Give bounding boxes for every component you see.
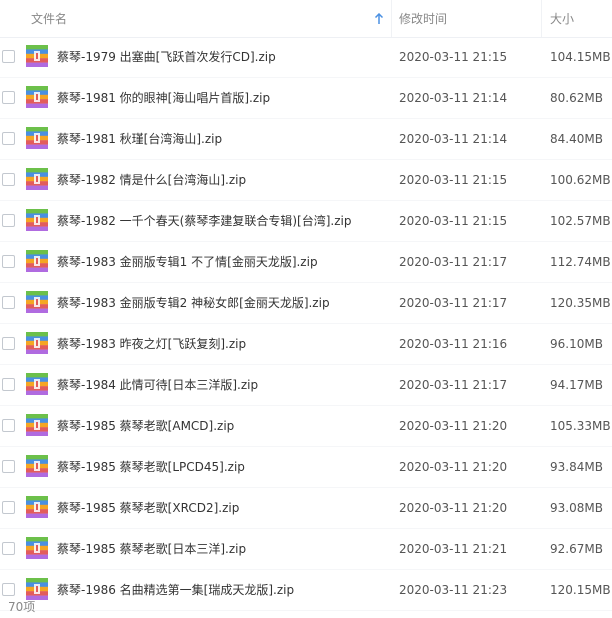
file-modified-time: 2020-03-11 21:23 (399, 583, 508, 597)
file-size: 120.35MB (550, 296, 611, 310)
file-row[interactable]: 蔡琴-1986 名曲精选第一集[瑞成天龙版].zip 2020-03-11 21:… (0, 570, 612, 611)
file-name[interactable]: 蔡琴-1985 蔡琴老歌[AMCD].zip (57, 406, 234, 446)
zip-archive-icon (26, 578, 48, 600)
file-size: 120.15MB (550, 583, 611, 597)
file-size: 94.17MB (550, 378, 603, 392)
file-row[interactable]: 蔡琴-1983 昨夜之灯[飞跃复刻].zip 2020-03-11 21:16 96… (0, 324, 612, 365)
file-list: 蔡琴-1979 出塞曲[飞跃首次发行CD].zip 2020-03-11 21:1… (0, 37, 612, 611)
item-count: 70项 (8, 600, 36, 614)
row-checkbox[interactable] (2, 255, 15, 268)
file-modified-time: 2020-03-11 21:15 (399, 173, 508, 187)
zip-archive-icon (26, 250, 48, 272)
zip-archive-icon (26, 537, 48, 559)
zip-archive-icon (26, 127, 48, 149)
zip-archive-icon (26, 209, 48, 231)
file-name[interactable]: 蔡琴-1986 名曲精选第一集[瑞成天龙版].zip (57, 570, 294, 610)
row-checkbox[interactable] (2, 419, 15, 432)
file-row[interactable]: 蔡琴-1985 蔡琴老歌[XRCD2].zip 2020-03-11 21:20 9… (0, 488, 612, 529)
row-checkbox[interactable] (2, 214, 15, 227)
file-modified-time: 2020-03-11 21:17 (399, 378, 508, 392)
file-row[interactable]: 蔡琴-1985 蔡琴老歌[LPCD45].zip 2020-03-11 21:20… (0, 447, 612, 488)
file-row[interactable]: 蔡琴-1981 你的眼神[海山唱片首版].zip 2020-03-11 21:14… (0, 78, 612, 119)
file-name[interactable]: 蔡琴-1983 金丽版专辑1 不了情[金丽天龙版].zip (57, 242, 318, 282)
header-select-column (0, 0, 20, 37)
arrow-up-icon[interactable] (374, 13, 384, 25)
file-row[interactable]: 蔡琴-1982 情是什么[台湾海山].zip 2020-03-11 21:15 10… (0, 160, 612, 201)
file-row[interactable]: 蔡琴-1985 蔡琴老歌[AMCD].zip 2020-03-11 21:20 10… (0, 406, 612, 447)
file-row[interactable]: 蔡琴-1983 金丽版专辑1 不了情[金丽天龙版].zip 2020-03-11 … (0, 242, 612, 283)
file-modified-time: 2020-03-11 21:20 (399, 419, 508, 433)
zip-archive-icon (26, 414, 48, 436)
file-size: 93.84MB (550, 460, 603, 474)
column-header-filename[interactable]: 文件名 (31, 0, 67, 37)
row-checkbox[interactable] (2, 501, 15, 514)
file-size: 105.33MB (550, 419, 611, 433)
row-checkbox[interactable] (2, 583, 15, 596)
zip-archive-icon (26, 168, 48, 190)
zip-archive-icon (26, 332, 48, 354)
file-list-header: 文件名 修改时间 大小 (0, 0, 612, 38)
column-divider[interactable] (541, 0, 542, 37)
row-checkbox[interactable] (2, 460, 15, 473)
file-name[interactable]: 蔡琴-1985 蔡琴老歌[XRCD2].zip (57, 488, 239, 528)
column-header-size[interactable]: 大小 (550, 0, 574, 37)
file-size: 84.40MB (550, 132, 603, 146)
row-checkbox[interactable] (2, 337, 15, 350)
file-name[interactable]: 蔡琴-1981 秋瑾[台湾海山].zip (57, 119, 222, 159)
row-checkbox[interactable] (2, 296, 15, 309)
file-size: 92.67MB (550, 542, 603, 556)
zip-archive-icon (26, 496, 48, 518)
zip-archive-icon (26, 373, 48, 395)
file-modified-time: 2020-03-11 21:21 (399, 542, 508, 556)
file-size: 104.15MB (550, 50, 611, 64)
file-row[interactable]: 蔡琴-1983 金丽版专辑2 神秘女郎[金丽天龙版].zip 2020-03-11… (0, 283, 612, 324)
file-row[interactable]: 蔡琴-1982 一千个春天(蔡琴李建复联合专辑)[台湾].zip 2020-03-… (0, 201, 612, 242)
column-divider[interactable] (391, 0, 392, 37)
file-size: 100.62MB (550, 173, 611, 187)
file-name[interactable]: 蔡琴-1984 此情可待[日本三洋版].zip (57, 365, 258, 405)
zip-archive-icon (26, 291, 48, 313)
file-name[interactable]: 蔡琴-1982 情是什么[台湾海山].zip (57, 160, 246, 200)
file-row[interactable]: 蔡琴-1979 出塞曲[飞跃首次发行CD].zip 2020-03-11 21:1… (0, 37, 612, 78)
zip-archive-icon (26, 45, 48, 67)
file-name[interactable]: 蔡琴-1982 一千个春天(蔡琴李建复联合专辑)[台湾].zip (57, 201, 351, 241)
file-size: 112.74MB (550, 255, 611, 269)
row-checkbox[interactable] (2, 91, 15, 104)
file-modified-time: 2020-03-11 21:20 (399, 460, 508, 474)
file-modified-time: 2020-03-11 21:17 (399, 296, 508, 310)
file-size: 93.08MB (550, 501, 603, 515)
file-name[interactable]: 蔡琴-1985 蔡琴老歌[日本三洋].zip (57, 529, 246, 569)
file-modified-time: 2020-03-11 21:20 (399, 501, 508, 515)
file-modified-time: 2020-03-11 21:16 (399, 337, 508, 351)
file-name[interactable]: 蔡琴-1983 金丽版专辑2 神秘女郎[金丽天龙版].zip (57, 283, 330, 323)
row-checkbox[interactable] (2, 542, 15, 555)
file-size: 102.57MB (550, 214, 611, 228)
column-header-modified-time[interactable]: 修改时间 (399, 0, 447, 37)
file-name[interactable]: 蔡琴-1979 出塞曲[飞跃首次发行CD].zip (57, 37, 276, 77)
file-name[interactable]: 蔡琴-1985 蔡琴老歌[LPCD45].zip (57, 447, 245, 487)
zip-archive-icon (26, 86, 48, 108)
file-modified-time: 2020-03-11 21:14 (399, 91, 508, 105)
file-size: 96.10MB (550, 337, 603, 351)
file-row[interactable]: 蔡琴-1985 蔡琴老歌[日本三洋].zip 2020-03-11 21:21 92… (0, 529, 612, 570)
file-size: 80.62MB (550, 91, 603, 105)
zip-archive-icon (26, 455, 48, 477)
file-name[interactable]: 蔡琴-1983 昨夜之灯[飞跃复刻].zip (57, 324, 246, 364)
file-modified-time: 2020-03-11 21:15 (399, 214, 508, 228)
file-modified-time: 2020-03-11 21:14 (399, 132, 508, 146)
file-name[interactable]: 蔡琴-1981 你的眼神[海山唱片首版].zip (57, 78, 270, 118)
row-checkbox[interactable] (2, 173, 15, 186)
row-checkbox[interactable] (2, 378, 15, 391)
row-checkbox[interactable] (2, 50, 15, 63)
row-checkbox[interactable] (2, 132, 15, 145)
file-row[interactable]: 蔡琴-1984 此情可待[日本三洋版].zip 2020-03-11 21:17 9… (0, 365, 612, 406)
file-modified-time: 2020-03-11 21:17 (399, 255, 508, 269)
file-modified-time: 2020-03-11 21:15 (399, 50, 508, 64)
file-row[interactable]: 蔡琴-1981 秋瑾[台湾海山].zip 2020-03-11 21:14 84.4… (0, 119, 612, 160)
